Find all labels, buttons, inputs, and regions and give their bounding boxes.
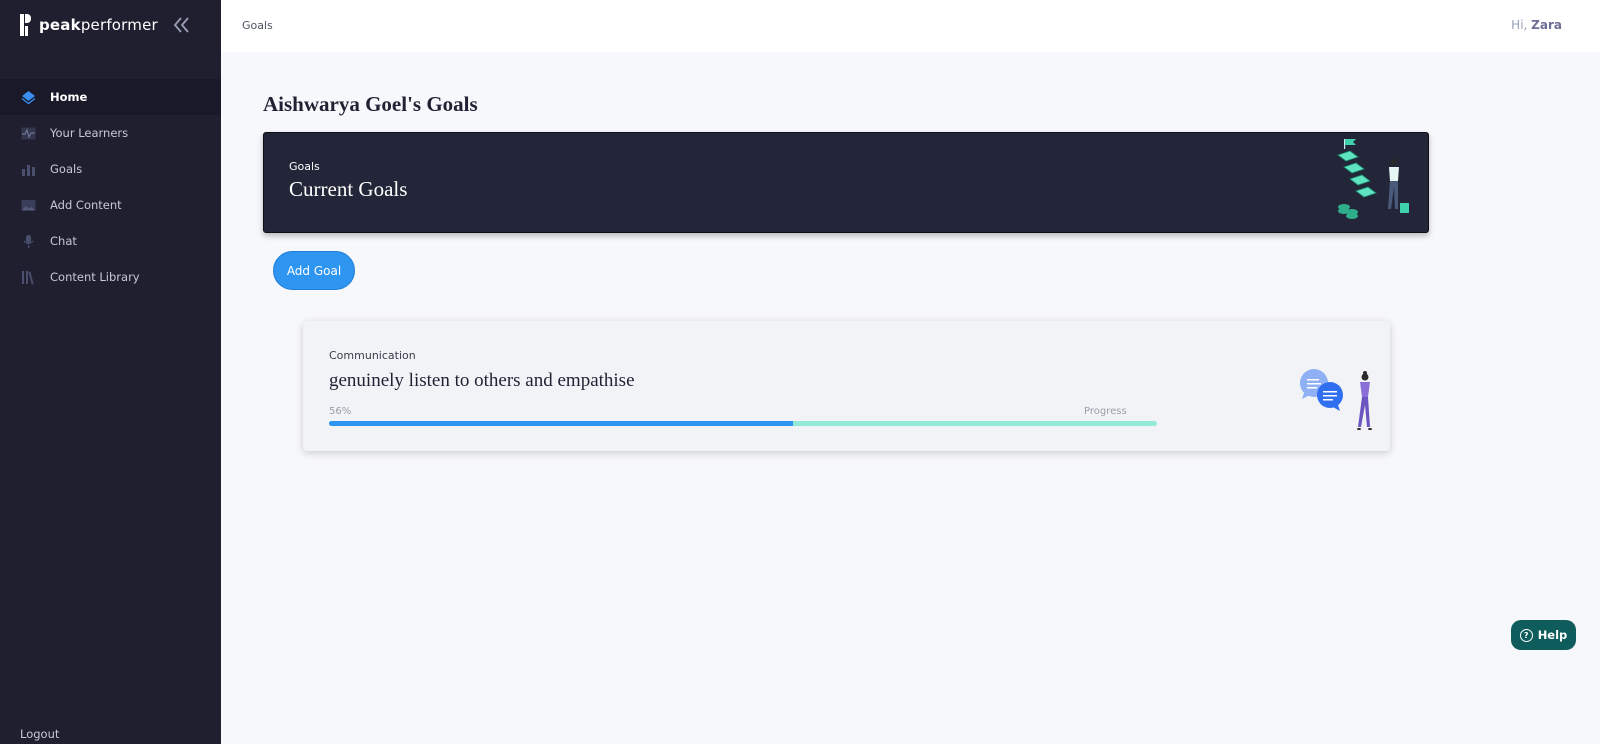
- image-icon: [21, 198, 36, 213]
- goal-title: genuinely listen to others and empathise: [329, 370, 635, 391]
- help-label: Help: [1537, 628, 1568, 642]
- sidebar-item-label: Home: [50, 90, 88, 104]
- sidebar-item-goals[interactable]: Goals: [0, 151, 221, 187]
- add-goal-button[interactable]: Add Goal: [273, 251, 355, 290]
- sidebar-item-chat[interactable]: Chat: [0, 223, 221, 259]
- banner-title: Current Goals: [289, 177, 408, 201]
- goal-progress-fill: [329, 421, 793, 426]
- logout-link[interactable]: Logout: [20, 727, 59, 741]
- question-icon: ?: [1519, 628, 1533, 642]
- sidebar: peakperformer Home Your Learners Goals A…: [0, 0, 221, 744]
- sidebar-item-content-library[interactable]: Content Library: [0, 259, 221, 295]
- breadcrumb[interactable]: Goals: [242, 19, 273, 32]
- sidebar-item-label: Content Library: [50, 270, 140, 284]
- sidebar-item-label: Chat: [50, 234, 77, 248]
- goal-percent: 56%: [329, 406, 352, 417]
- bar-chart-icon: [21, 162, 36, 177]
- user-name: Zara: [1531, 18, 1562, 32]
- goal-category: Communication: [329, 349, 416, 362]
- sidebar-item-label: Goals: [50, 162, 83, 176]
- stairs-illustration-icon: [1330, 137, 1414, 225]
- banner-subtitle: Goals: [289, 160, 320, 173]
- greeting-prefix: Hi,: [1511, 18, 1528, 32]
- help-button[interactable]: ? Help: [1511, 620, 1576, 650]
- collapse-sidebar-icon[interactable]: [171, 14, 193, 36]
- logo-icon: [20, 14, 32, 36]
- user-greeting[interactable]: Hi, Zara: [1511, 18, 1562, 32]
- sidebar-item-label: Your Learners: [50, 126, 129, 140]
- goal-progress-label: Progress: [1084, 406, 1127, 417]
- goal-progress-bar: [329, 421, 1157, 426]
- goal-card[interactable]: Communication genuinely listen to others…: [303, 321, 1390, 451]
- page-title: Aishwarya Goel's Goals: [263, 92, 478, 116]
- diamond-icon: [21, 90, 36, 105]
- sidebar-item-home[interactable]: Home: [0, 79, 221, 115]
- top-header: Goals Hi, Zara: [221, 0, 1600, 52]
- goals-banner: Goals Current Goals: [263, 132, 1429, 233]
- sidebar-nav: Home Your Learners Goals Add Content Cha…: [0, 79, 221, 295]
- sidebar-item-add-content[interactable]: Add Content: [0, 187, 221, 223]
- conversation-illustration-icon: [1298, 367, 1378, 437]
- sidebar-item-your-learners[interactable]: Your Learners: [0, 115, 221, 151]
- sidebar-item-label: Add Content: [50, 198, 122, 212]
- activity-icon: [21, 126, 36, 141]
- brand-logo[interactable]: peakperformer: [20, 14, 158, 36]
- microphone-icon: [21, 234, 36, 249]
- library-icon: [21, 270, 36, 285]
- brand-name: peakperformer: [39, 16, 158, 34]
